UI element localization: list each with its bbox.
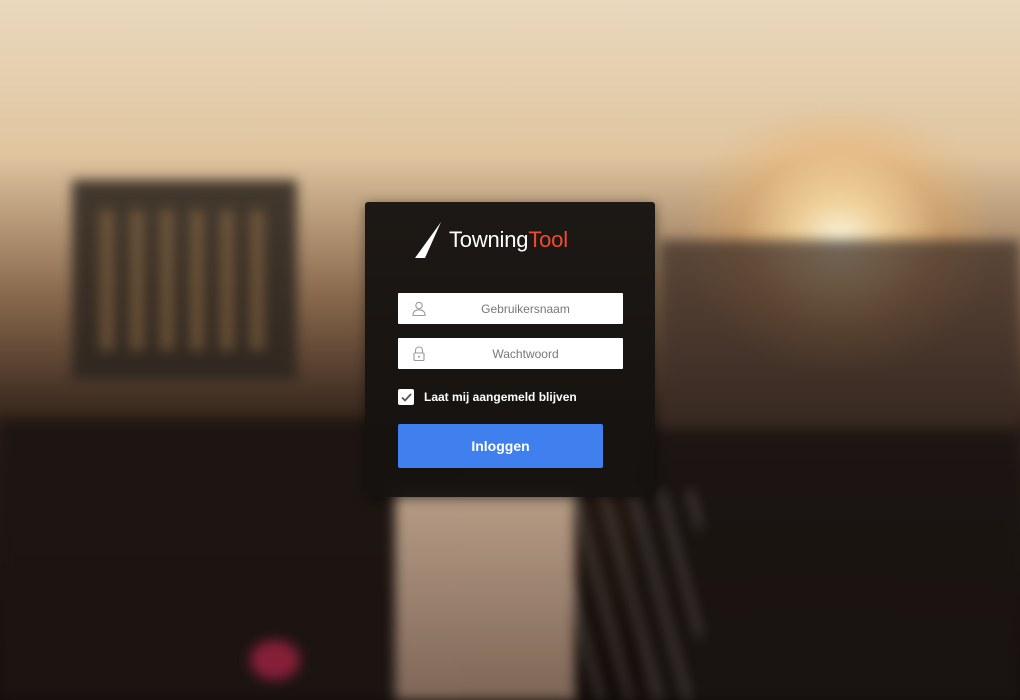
login-button[interactable]: Inloggen [398,424,603,468]
login-card: TowningTool Laat mij aangemeld blijven I… [365,202,655,497]
password-input[interactable] [398,338,623,369]
train-roof [395,490,575,700]
check-icon [400,392,412,402]
brand-logo: TowningTool [415,222,568,258]
remember-me[interactable]: Laat mij aangemeld blijven [398,389,577,405]
username-input[interactable] [398,293,623,324]
password-field[interactable] [398,338,623,369]
slash-mark-icon [415,222,441,258]
remember-checkbox[interactable] [398,389,414,405]
remember-label: Laat mij aangemeld blijven [424,390,577,404]
username-field[interactable] [398,293,623,324]
car-lights [250,640,300,680]
brand-name-part2: Tool [528,227,568,252]
rail-tracks [570,490,700,700]
right-buildings [660,240,1020,460]
left-building-windows [100,210,280,350]
brand-name: TowningTool [449,227,568,253]
brand-name-part1: Towning [449,227,529,252]
